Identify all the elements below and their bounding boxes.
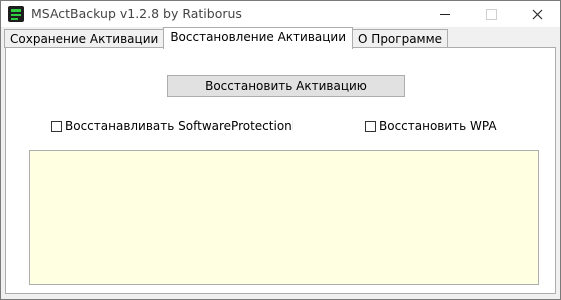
restore-wpa-checkbox[interactable]: [365, 120, 376, 132]
restore-spp-checkbox[interactable]: [51, 120, 62, 132]
minimize-icon: [440, 13, 450, 15]
maximize-icon: [485, 8, 497, 20]
close-button[interactable]: [514, 1, 560, 27]
restore-wpa-label: Восстановить WPA: [379, 119, 497, 133]
minimize-button[interactable]: [422, 1, 468, 27]
tab-strip: Сохранение Активации Восстановление Акти…: [4, 27, 449, 49]
tab-panel-restore: Восстановить Активацию Восстанавливать S…: [5, 47, 556, 294]
title-bar[interactable]: MSActBackup v1.2.8 by Ratiborus: [1, 1, 560, 27]
tab-about[interactable]: О Программе: [352, 29, 449, 48]
tab-save-activation[interactable]: Сохранение Активации: [4, 29, 165, 48]
window-title: MSActBackup v1.2.8 by Ratiborus: [31, 6, 242, 21]
restore-spp-label: Восстанавливать SoftwareProtectionPlatfo…: [65, 119, 293, 133]
maximize-button[interactable]: [468, 1, 514, 27]
close-icon: [532, 9, 542, 19]
tab-restore-activation[interactable]: Восстановление Активации: [163, 27, 354, 49]
app-icon: [8, 6, 24, 22]
restore-wpa-option[interactable]: Восстановить WPA: [365, 119, 497, 133]
restore-spp-option[interactable]: Восстанавливать SoftwareProtectionPlatfo…: [51, 119, 293, 133]
log-output-area[interactable]: [29, 150, 539, 285]
restore-activation-button[interactable]: Восстановить Активацию: [167, 75, 405, 97]
app-window: MSActBackup v1.2.8 by Ratiborus Сохранен…: [0, 0, 561, 300]
